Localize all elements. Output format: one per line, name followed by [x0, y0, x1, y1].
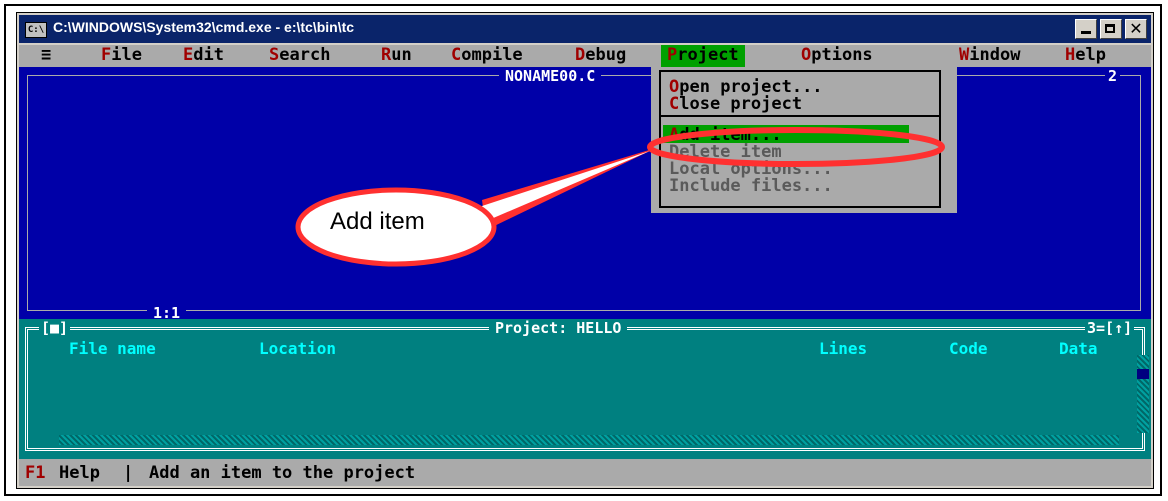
menu-separator	[661, 115, 939, 117]
menu-edit[interactable]: Edit	[183, 45, 224, 67]
editor-frame	[27, 75, 1141, 311]
project-window[interactable]: [■] Project: HELLO 3=[↑] File name Locat…	[19, 319, 1151, 459]
callout-label: Add item	[330, 208, 425, 235]
close-icon: ✕	[1129, 19, 1143, 38]
menu-options[interactable]: Options	[801, 45, 873, 67]
cmd-window: C:\ C:\WINDOWS\System32\cmd.exe - e:\tc\…	[16, 12, 1154, 489]
editor-title: NONAME00.C	[499, 67, 602, 85]
status-separator: |	[123, 463, 134, 483]
status-hint: Add an item to the project	[149, 463, 416, 483]
menu-item-close-project[interactable]: Close project	[669, 94, 939, 114]
project-close-box[interactable]: [■]	[39, 319, 71, 337]
column-data: Data	[1059, 339, 1098, 358]
column-lines: Lines	[819, 339, 868, 358]
project-menu-dropdown: Open project... Close project Add item..…	[651, 67, 957, 213]
menu-item-local-options[interactable]: Local options...	[669, 159, 939, 179]
column-code: Code	[949, 339, 988, 358]
menu-help[interactable]: Help	[1065, 45, 1106, 67]
status-bar: F1 Help | Add an item to the project	[19, 459, 1151, 486]
horizontal-scrollbar[interactable]	[59, 435, 1119, 445]
menu-project[interactable]: Project	[661, 45, 745, 67]
status-key-f1[interactable]: F1	[25, 463, 45, 483]
project-title: Project: HELLO	[489, 319, 628, 337]
title-bar[interactable]: C:\ C:\WINDOWS\System32\cmd.exe - e:\tc\…	[19, 15, 1151, 43]
menu-compile[interactable]: Compile	[451, 45, 523, 67]
maximize-button[interactable]	[1100, 19, 1122, 39]
menu-search[interactable]: Search	[269, 45, 330, 67]
menu-run[interactable]: Run	[381, 45, 412, 67]
cursor-position: 1:1	[147, 304, 187, 322]
column-file-name: File name	[69, 339, 156, 358]
menu-window[interactable]: Window	[959, 45, 1020, 67]
console-icon: C:\	[25, 22, 47, 38]
editor-window-number: 2	[1105, 67, 1121, 85]
menu-item-open-project[interactable]: Open project...	[669, 77, 939, 97]
menu-item-add-item[interactable]: Add item...	[663, 125, 909, 145]
menu-bar: ≡ File Edit Search Run Compile Debug Pro…	[19, 45, 1151, 67]
system-menu[interactable]: ≡	[41, 45, 51, 67]
editor-window[interactable]: NONAME00.C 2 1:1	[19, 67, 1151, 322]
menu-item-delete-item[interactable]: Delete item	[669, 142, 939, 162]
project-window-number[interactable]: 3=[↑]	[1085, 319, 1135, 337]
close-button[interactable]: ✕	[1125, 19, 1147, 39]
minimize-icon	[1081, 31, 1091, 34]
vertical-scroll-thumb[interactable]	[1137, 369, 1149, 379]
maximize-icon	[1105, 24, 1115, 33]
vertical-scrollbar[interactable]	[1137, 355, 1149, 433]
minimize-button[interactable]	[1075, 19, 1097, 39]
menu-file[interactable]: File	[101, 45, 142, 67]
menu-item-include-files[interactable]: Include files...	[669, 176, 939, 196]
window-title: C:\WINDOWS\System32\cmd.exe - e:\tc\bin\…	[53, 19, 355, 35]
menu-debug[interactable]: Debug	[575, 45, 626, 67]
status-help-label[interactable]: Help	[59, 463, 100, 483]
dos-console: ≡ File Edit Search Run Compile Debug Pro…	[19, 45, 1151, 486]
column-location: Location	[259, 339, 337, 358]
